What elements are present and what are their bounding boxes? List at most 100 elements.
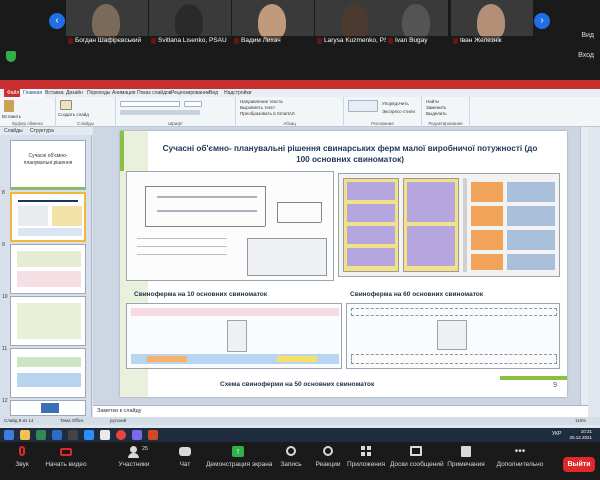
group-label: Абзац xyxy=(283,121,296,126)
whiteboard-icon xyxy=(409,446,423,458)
more-icon: ••• xyxy=(514,446,526,457)
thumbnail-plan xyxy=(52,206,82,226)
align-text-button[interactable]: Выровнять текст xyxy=(240,105,275,110)
farm-plan-10 xyxy=(126,303,342,369)
chat-button[interactable]: Чат xyxy=(170,446,200,468)
tab-design[interactable]: Дизайн xyxy=(66,89,83,97)
paste-icon[interactable] xyxy=(4,100,14,112)
tab-review[interactable]: Рецензирование xyxy=(171,89,210,97)
video-label: Начать видео xyxy=(45,461,87,468)
drawing-line xyxy=(321,202,322,222)
word-icon[interactable] xyxy=(52,430,62,440)
tab-addins[interactable]: Надстройки xyxy=(224,89,251,97)
edge-icon[interactable] xyxy=(100,430,110,440)
smartart-button[interactable]: Преобразовать в SmartArt xyxy=(240,111,295,116)
slide-thumbnail[interactable] xyxy=(10,348,86,398)
app-icon[interactable] xyxy=(132,430,142,440)
tab-slides[interactable]: Слайды xyxy=(4,127,23,135)
tab-slideshow[interactable]: Показ слайдов xyxy=(137,89,171,97)
notes-pane[interactable]: Заметки к слайду xyxy=(93,405,588,417)
service-room xyxy=(437,320,467,350)
vertical-scrollbar[interactable] xyxy=(580,127,588,405)
group-label: Буфер обмена xyxy=(12,121,43,126)
slide-thumbnail[interactable] xyxy=(10,244,86,294)
participant-tile[interactable]: Larysa Kuzmenko, PS... xyxy=(315,0,397,46)
share-header xyxy=(0,48,600,66)
whiteboards-button[interactable]: Доски сообщений xyxy=(390,446,444,468)
exit-label[interactable]: Вход xyxy=(578,52,594,59)
zoom-icon[interactable] xyxy=(84,430,94,440)
font-size-select[interactable] xyxy=(184,101,202,107)
participants-count: 25 xyxy=(142,446,149,452)
paste-button[interactable]: Вставить xyxy=(2,114,21,119)
pen-row xyxy=(131,308,339,316)
drawing-line xyxy=(137,254,227,255)
previous-page-arrow-icon[interactable]: ‹ xyxy=(49,13,65,29)
find-button[interactable]: Найти xyxy=(426,99,439,104)
farm-plan-60 xyxy=(338,173,560,277)
quick-styles-button[interactable]: Экспресс-стили xyxy=(382,109,415,114)
caption-60-sows[interactable]: Свиноферма на 60 основних свиноматок xyxy=(350,291,483,298)
arrange-button[interactable]: Упорядочить xyxy=(382,101,409,106)
language-indicator[interactable]: русский xyxy=(110,417,126,425)
shapes-gallery[interactable] xyxy=(348,100,378,112)
slide-thumbnail[interactable] xyxy=(10,296,86,346)
next-page-arrow-icon[interactable]: › xyxy=(534,13,550,29)
slide-thumbnail[interactable]: Сучасні об'ємно-планувальні рішення xyxy=(10,140,86,190)
pen-block xyxy=(347,182,395,200)
slide-number: 12 xyxy=(2,398,8,404)
drawing-line xyxy=(265,186,266,226)
caption-50-sows[interactable]: Схема свиноферми на 50 основних свиномат… xyxy=(220,381,374,388)
pen-block xyxy=(347,226,395,244)
tab-transitions[interactable]: Переходы xyxy=(87,89,110,97)
taskbar-clock[interactable]: 10:31 20.12.2021 xyxy=(569,429,592,440)
tab-outline[interactable]: Структура xyxy=(30,127,54,135)
tab-insert[interactable]: Вставка xyxy=(45,89,64,97)
font-name-select[interactable] xyxy=(120,101,180,107)
group-label: Рисование xyxy=(371,121,394,126)
text-direction-button[interactable]: Направление текста xyxy=(240,99,283,104)
notes-button[interactable]: Примечания xyxy=(446,446,486,468)
corridor xyxy=(463,178,467,272)
tab-animation[interactable]: Анимация xyxy=(112,89,135,97)
powerpoint-icon[interactable] xyxy=(148,430,158,440)
keyboard-language[interactable]: УКР xyxy=(552,431,561,437)
security-shield-icon[interactable] xyxy=(6,51,16,62)
tab-home[interactable]: Главная xyxy=(20,89,46,97)
replace-button[interactable]: Заменить xyxy=(426,105,446,110)
view-menu[interactable]: Вид xyxy=(581,32,594,39)
start-icon[interactable] xyxy=(4,430,14,440)
caption-10-sows[interactable]: Свиноферма на 10 основних свиноматок xyxy=(134,291,267,298)
leave-button[interactable]: Выйти xyxy=(563,457,595,472)
apps-button[interactable]: Приложения xyxy=(346,446,386,468)
select-button[interactable]: Выделить xyxy=(426,111,447,116)
audio-button[interactable]: Звук xyxy=(8,446,36,468)
slide-thumbnail-selected[interactable] xyxy=(10,192,86,242)
slide-title[interactable]: Сучасні об'ємно- планувальні рішення сви… xyxy=(160,143,540,165)
reactions-button[interactable]: Реакции xyxy=(312,446,344,468)
slide-canvas[interactable]: Сучасні об'ємно- планувальні рішення сви… xyxy=(120,131,567,397)
tab-view[interactable]: Вид xyxy=(209,89,218,97)
more-button[interactable]: ••• Дополнительно xyxy=(492,446,548,469)
pen-block xyxy=(147,356,187,362)
record-button[interactable]: Запись xyxy=(276,446,306,468)
chrome-icon[interactable] xyxy=(116,430,126,440)
create-slide-button[interactable]: Создать слайд xyxy=(58,112,89,117)
app-icon[interactable] xyxy=(68,430,78,440)
participant-tile[interactable]: Svitlana Lisenko, PSAU xyxy=(149,0,231,46)
participant-tile[interactable]: Богдан Шафірєвський xyxy=(66,0,148,46)
participants-button[interactable]: Участники xyxy=(110,446,158,468)
participant-tile[interactable]: Ivan Bugay xyxy=(386,0,448,46)
font-format-buttons[interactable] xyxy=(120,110,200,115)
excel-icon[interactable] xyxy=(36,430,46,440)
participant-tile[interactable]: Вадим Лихач xyxy=(232,0,314,46)
participant-tile[interactable]: Іван Железнік xyxy=(451,0,533,46)
file-explorer-icon[interactable] xyxy=(20,430,30,440)
slide-thumbnail[interactable] xyxy=(10,400,86,416)
slide-number: 9 xyxy=(2,242,5,248)
zoom-level[interactable]: 115% xyxy=(575,417,586,425)
new-slide-icon[interactable] xyxy=(60,100,72,110)
share-screen-button[interactable]: ↑ Демонстрация экрана xyxy=(206,446,272,468)
video-button[interactable]: Начать видео xyxy=(40,446,92,468)
title-block xyxy=(247,238,327,276)
